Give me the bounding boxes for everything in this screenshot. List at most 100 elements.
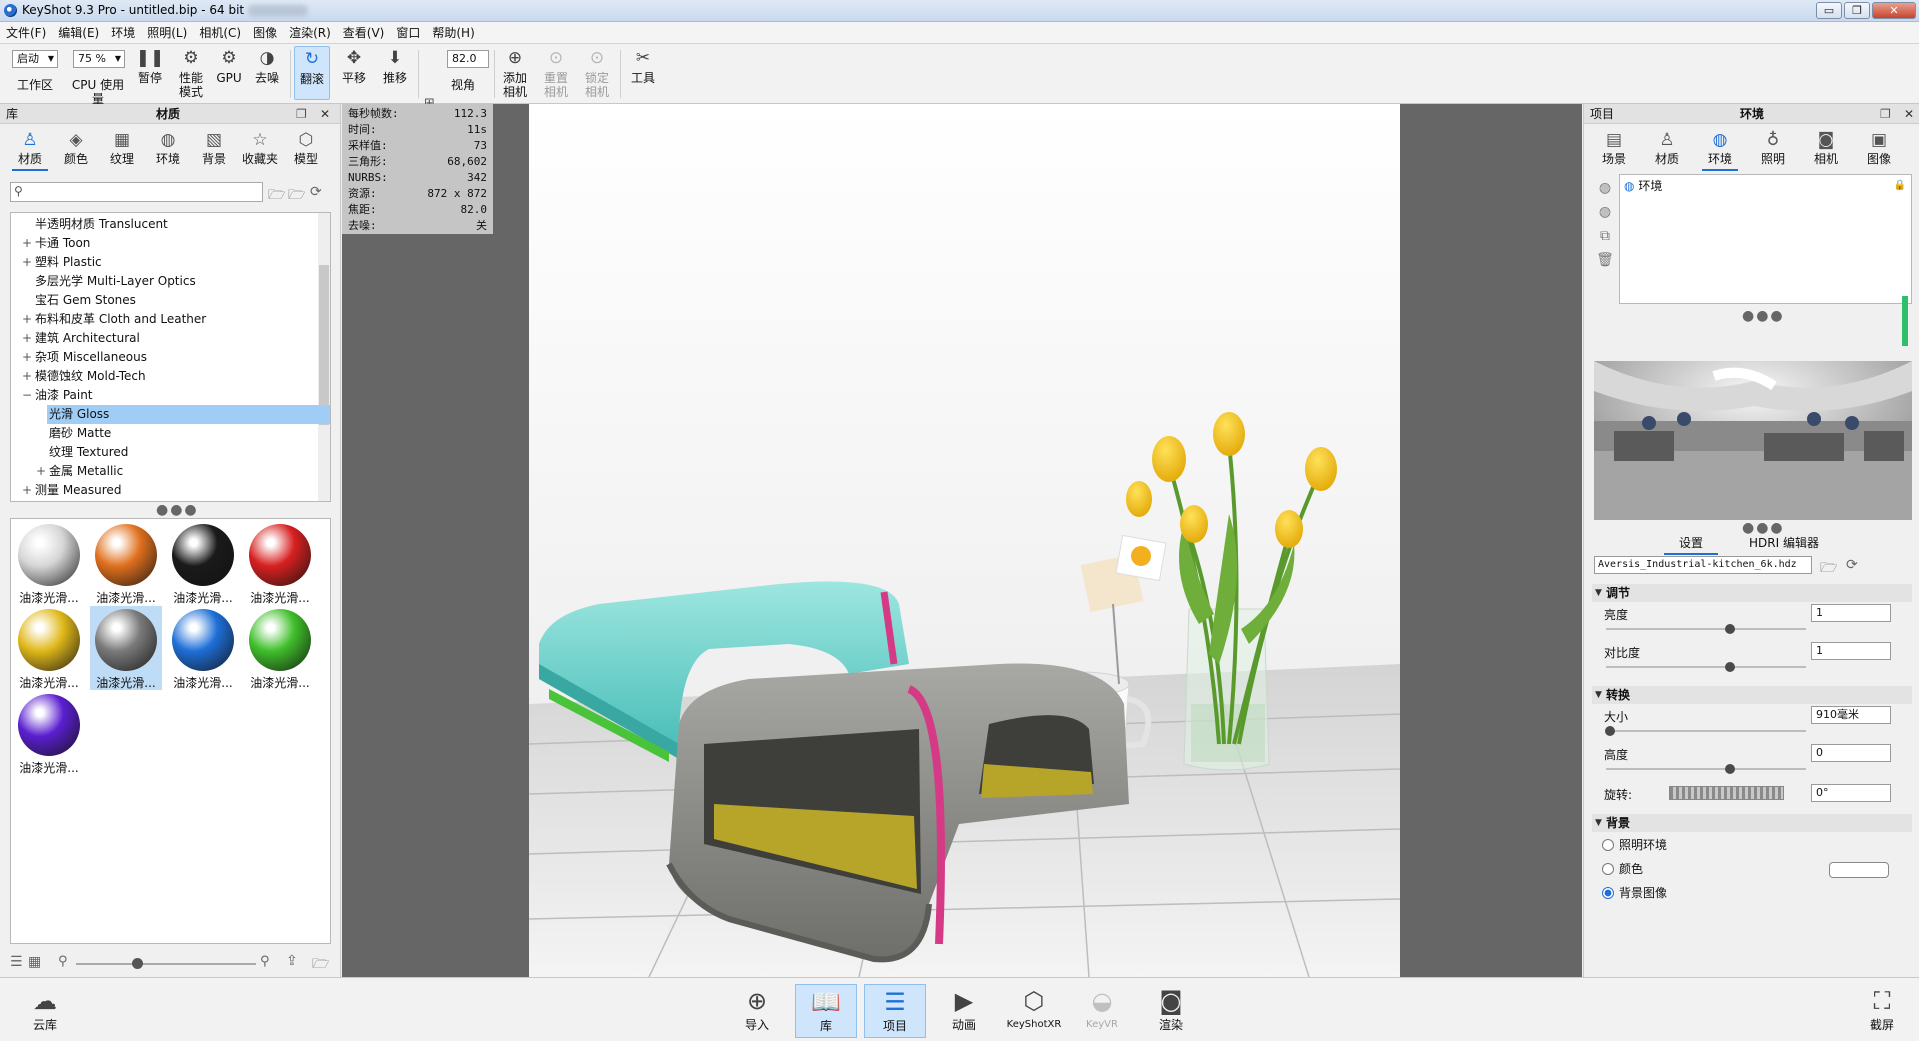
tree-item[interactable]: + 卡通 Toon [11, 234, 317, 253]
tumble-button[interactable]: ↻ 翻滚 [294, 46, 330, 100]
tree-item[interactable]: 光滑 Gloss [47, 405, 330, 424]
upload-icon[interactable]: ⇪ [286, 953, 298, 969]
height-slider-knob[interactable] [1725, 764, 1735, 774]
tab-hdri-editor[interactable]: HDRI 编辑器 [1734, 534, 1834, 552]
material-thumbnail[interactable]: 油漆光滑... [13, 606, 85, 690]
denoise-button[interactable]: ◑ 去噪 [250, 48, 284, 85]
background-color-swatch[interactable] [1829, 862, 1889, 878]
tree-item[interactable]: 纹理 Textured [11, 443, 317, 462]
performance-mode-button[interactable]: ⚙ 性能 模式 [173, 48, 209, 99]
radio-color[interactable]: 颜色 [1602, 862, 1643, 876]
copy-environment-icon[interactable]: ⧉ [1596, 228, 1614, 246]
size-slider[interactable] [1605, 726, 1806, 736]
tab-background[interactable]: ▧ 背景 [192, 130, 236, 167]
panel-scrollbar-thumb[interactable] [1902, 296, 1908, 346]
render-image[interactable] [529, 104, 1400, 977]
environment-list-item[interactable]: ◍ 环境 🔒 [1624, 177, 1908, 195]
expand-icon[interactable]: + [36, 462, 46, 481]
list-view-icon[interactable]: ☰ [10, 954, 23, 970]
tab-settings[interactable]: 设置 [1656, 534, 1726, 555]
tree-item[interactable]: 多层光学 Multi-Layer Optics [11, 272, 317, 291]
library-button[interactable]: 📖 库 [795, 984, 857, 1038]
tab-material[interactable]: ♙ 材质 [8, 130, 52, 171]
tab-texture[interactable]: ▦ 纹理 [100, 130, 144, 167]
tree-item[interactable]: 半透明材质 Translucent [11, 215, 317, 234]
height-slider[interactable] [1606, 764, 1806, 774]
workspace-select[interactable]: 启动 ▼ [12, 50, 58, 68]
material-thumbnail[interactable]: 油漆光滑... [90, 521, 162, 605]
tree-scrollbar-thumb[interactable] [319, 265, 329, 425]
folder-icon[interactable]: 🗁 [312, 953, 329, 977]
contrast-slider-knob[interactable] [1725, 662, 1735, 672]
add-environment-icon[interactable]: ◍ [1596, 180, 1614, 198]
material-thumbnail[interactable]: 油漆光滑... [13, 521, 85, 605]
lock-camera-button[interactable]: ⊙ 锁定 相机 [580, 48, 614, 99]
dolly-button[interactable]: ⬇ 推移 [377, 48, 413, 85]
rotation-input[interactable]: 0° [1811, 784, 1891, 802]
tree-item[interactable]: + 塑料 Plastic [11, 253, 317, 272]
expand-icon[interactable]: + [22, 348, 32, 367]
pause-button[interactable]: ❚❚ 暂停 [134, 48, 166, 85]
zoom-out-icon[interactable]: ⚲ [58, 954, 68, 969]
keyvr-button[interactable]: ◒ KeyVR [1071, 984, 1133, 1038]
screenshot-button[interactable]: ⛶ 截屏 [1851, 984, 1913, 1038]
animation-button[interactable]: ▶ 动画 [933, 984, 995, 1038]
expand-icon[interactable]: + [22, 234, 32, 253]
float-panel-icon[interactable]: ❐ [1880, 104, 1891, 124]
radio-lighting-environment[interactable]: 照明环境 [1602, 838, 1667, 852]
tree-item[interactable]: + 杂项 Miscellaneous [11, 348, 317, 367]
render-viewport[interactable]: 每秒帧数: 112.3 时间: 11s 采样值: 73 三角形: 68,602 NURBS: 34… [342, 104, 1582, 977]
brightness-input[interactable]: 1 [1811, 604, 1891, 622]
rotation-dial[interactable] [1669, 786, 1784, 800]
transform-section-header[interactable]: ▼ 转换 [1592, 686, 1912, 704]
import-button[interactable]: ⊕ 导入 [726, 984, 788, 1038]
tree-item[interactable]: + 布料和皮革 Cloth and Leather [11, 310, 317, 329]
expand-icon[interactable]: + [22, 367, 32, 386]
expand-icon[interactable]: + [22, 310, 32, 329]
menu-edit[interactable]: 编辑(E) [52, 22, 105, 44]
refresh-icon[interactable]: ⟳ [310, 184, 322, 200]
menu-view[interactable]: 查看(V) [337, 22, 391, 44]
zoom-in-icon[interactable]: ⚲ [260, 954, 270, 969]
tab-material[interactable]: ♙ 材质 [1645, 130, 1689, 167]
tab-color[interactable]: ◈ 颜色 [54, 130, 98, 167]
tab-scene[interactable]: ▤ 场景 [1592, 130, 1636, 167]
folder-add-icon[interactable]: 🗁 [288, 184, 305, 208]
project-button[interactable]: ☰ 项目 [864, 984, 926, 1038]
splitter-handle[interactable]: ●●● [1742, 521, 1785, 535]
pan-button[interactable]: ✥ 平移 [336, 48, 372, 85]
tree-item[interactable]: + 测量 Measured [11, 481, 317, 500]
tree-item[interactable]: − 油漆 Paint [11, 386, 317, 405]
close-panel-icon[interactable]: ✕ [1904, 104, 1914, 124]
tab-favorites[interactable]: ☆ 收藏夹 [238, 130, 282, 167]
menu-lighting[interactable]: 照明(L) [141, 22, 193, 44]
tree-item[interactable]: 宝石 Gem Stones [11, 291, 317, 310]
library-search-input[interactable]: ⚲ [10, 182, 263, 202]
close-button[interactable]: ✕ [1872, 2, 1916, 19]
duplicate-environment-icon[interactable]: ◍ [1596, 204, 1614, 222]
open-folder-icon[interactable]: 🗁 [1820, 557, 1837, 581]
expand-icon[interactable]: + [22, 329, 32, 348]
size-slider-knob[interactable] [1605, 726, 1615, 736]
thumbnail-size-knob[interactable] [132, 958, 143, 969]
tab-image[interactable]: ▣ 图像 [1857, 130, 1901, 167]
tree-item[interactable]: + 建筑 Architectural [11, 329, 317, 348]
splitter-handle[interactable]: ●●● [156, 503, 199, 517]
material-thumbnail[interactable]: 油漆光滑... [90, 606, 162, 690]
tab-lighting[interactable]: ♁ 照明 [1751, 130, 1795, 167]
material-thumbnail[interactable]: 油漆光滑... [167, 606, 239, 690]
splitter-handle[interactable]: ●●● [1742, 309, 1785, 323]
menu-camera[interactable]: 相机(C) [193, 22, 247, 44]
tab-environment[interactable]: ◍ 环境 [146, 130, 190, 167]
contrast-slider[interactable] [1606, 662, 1806, 672]
cloud-library-button[interactable]: ☁ 云库 [14, 984, 76, 1038]
material-thumbnail[interactable]: 油漆光滑... [167, 521, 239, 605]
menu-render[interactable]: 渲染(R) [283, 22, 337, 44]
tab-environment[interactable]: ◍ 环境 [1698, 130, 1742, 171]
thumbnail-size-slider[interactable] [76, 958, 256, 969]
tree-item[interactable]: + 模德蚀纹 Mold-Tech [11, 367, 317, 386]
tab-camera[interactable]: ◙ 相机 [1804, 130, 1848, 167]
trash-icon[interactable]: 🗑 [1596, 252, 1614, 270]
lock-icon[interactable]: 🔒 [1894, 177, 1906, 195]
tab-model[interactable]: ⬡ 模型 [284, 130, 328, 167]
